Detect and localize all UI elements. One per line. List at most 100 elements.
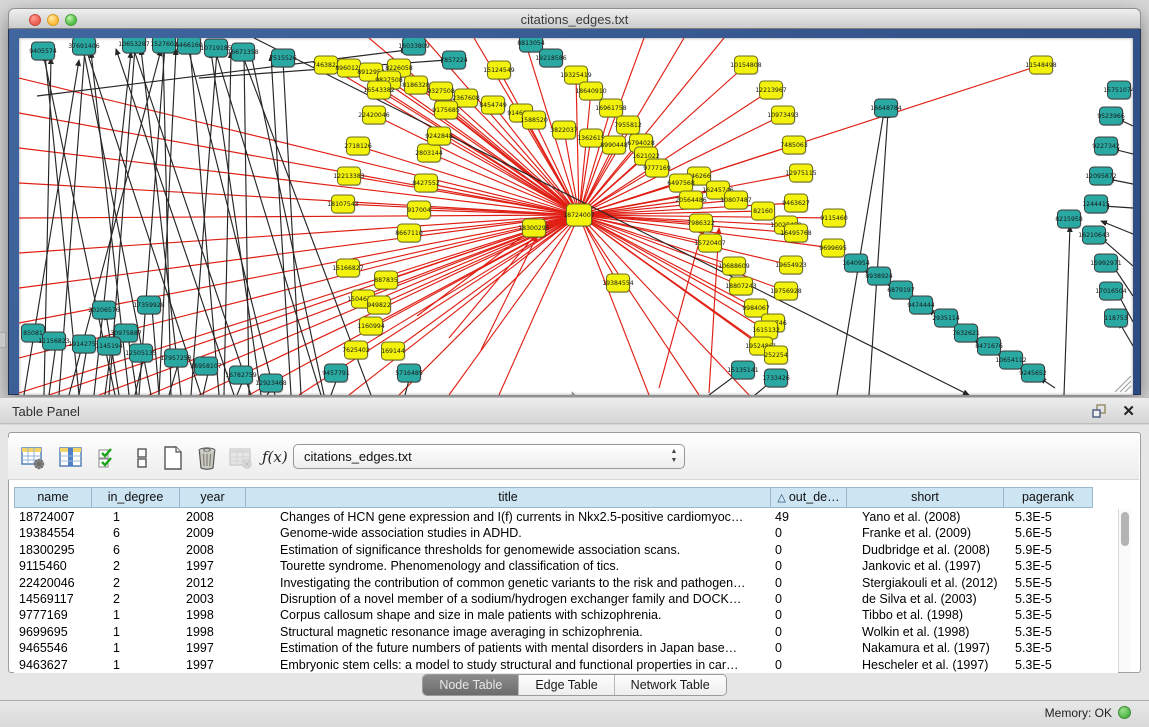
- graph-node[interactable]: 8186328: [402, 76, 430, 95]
- graph-node[interactable]: 9523966: [1097, 107, 1125, 126]
- graph-node[interactable]: 9699695: [819, 239, 847, 258]
- graph-node[interactable]: 1527602: [150, 38, 178, 54]
- graph-node[interactable]: 7986322: [687, 214, 715, 233]
- graph-node[interactable]: 82160: [752, 202, 776, 221]
- graph-node[interactable]: 1160994: [357, 317, 385, 336]
- graph-node[interactable]: 8990448: [600, 136, 628, 155]
- graph-node[interactable]: 18807243: [725, 277, 757, 296]
- column-header-name[interactable]: name: [14, 487, 91, 508]
- graph-node[interactable]: 19218586: [535, 49, 567, 68]
- float-window-icon[interactable]: [1091, 403, 1107, 419]
- graph-node[interactable]: 8427552: [412, 174, 440, 193]
- graph-node[interactable]: 16958107: [190, 357, 222, 376]
- graph-node[interactable]: 8454749: [479, 96, 507, 115]
- graph-node[interactable]: 16782759: [225, 366, 257, 385]
- graph-node[interactable]: 19756928: [770, 282, 802, 301]
- graph-node[interactable]: 7625402: [342, 341, 370, 360]
- table-mode-icon[interactable]: [20, 445, 46, 471]
- graph-node[interactable]: 20564486: [675, 191, 707, 210]
- column-header-out_de[interactable]: △out_de…: [770, 487, 846, 508]
- graph-node[interactable]: 8667110: [395, 224, 423, 243]
- graph-node[interactable]: 1244415: [1082, 195, 1110, 214]
- graph-node[interactable]: 169144: [381, 342, 405, 361]
- delete-column-icon[interactable]: [194, 445, 220, 471]
- table-row[interactable]: 2242004622012Investigating the contribut…: [14, 575, 1118, 591]
- table-row[interactable]: 1872400712008Changes of HCN gene express…: [14, 509, 1118, 525]
- graph-node[interactable]: 1588520: [520, 111, 548, 130]
- graph-node[interactable]: 9327508: [427, 82, 455, 101]
- show-columns-icon[interactable]: [58, 445, 84, 471]
- table-row[interactable]: 946554611997Estimation of the future num…: [14, 640, 1118, 656]
- graph-node[interactable]: 9242848: [425, 127, 453, 146]
- scrollbar-thumb[interactable]: [1121, 512, 1129, 546]
- graph-node[interactable]: 8938924: [865, 267, 893, 286]
- graph-node[interactable]: 118753: [1104, 309, 1128, 328]
- graph-node[interactable]: 16210643: [1078, 226, 1110, 245]
- collapsed-panel-handle[interactable]: [0, 332, 6, 348]
- graph-node[interactable]: 12213383: [333, 167, 365, 186]
- canvas-resize-grip[interactable]: [1115, 376, 1131, 392]
- graph-node[interactable]: 22420046: [358, 106, 390, 125]
- graph-node[interactable]: 9457791: [322, 364, 350, 383]
- graph-node[interactable]: 9777169: [643, 159, 671, 178]
- graph-node[interactable]: 8471676: [975, 337, 1003, 356]
- graph-node[interactable]: 19654923: [775, 256, 807, 275]
- graph-node[interactable]: 10688609: [718, 257, 750, 276]
- table-row[interactable]: 977716911998Corpus callosum shape and si…: [14, 607, 1118, 623]
- graph-node[interactable]: 16961758: [595, 99, 627, 118]
- graph-node[interactable]: 949822: [367, 296, 391, 315]
- graph-node[interactable]: 917004: [407, 201, 431, 220]
- graph-node[interactable]: 8215958: [1055, 210, 1083, 229]
- graph-node[interactable]: 2803144: [415, 144, 443, 163]
- graph-node[interactable]: 887835: [374, 271, 398, 290]
- graph-node[interactable]: 2718126: [344, 137, 372, 156]
- memory-status[interactable]: Memory: OK: [1045, 706, 1131, 722]
- graph-node[interactable]: 1733426: [762, 369, 790, 388]
- tab-network-table[interactable]: Network Table: [615, 675, 726, 695]
- column-header-title[interactable]: title: [245, 487, 770, 508]
- graph-node[interactable]: 6497568: [667, 174, 695, 193]
- graph-node[interactable]: 15124549: [483, 61, 515, 80]
- graph-node[interactable]: 9463627: [782, 194, 810, 213]
- graph-node[interactable]: 15751074: [1103, 81, 1133, 100]
- graph-node[interactable]: 16648784: [870, 99, 902, 118]
- graph-node[interactable]: 7955812: [614, 116, 642, 135]
- graph-node[interactable]: 12095872: [1085, 167, 1117, 186]
- table-row[interactable]: 969969511998Structural magnetic resonanc…: [14, 624, 1118, 640]
- graph-node[interactable]: 15720407: [694, 234, 726, 253]
- function-builder-icon[interactable]: ƒ(x): [262, 448, 288, 474]
- graph-node[interactable]: 5716485: [395, 364, 423, 383]
- graph-node[interactable]: 11548498: [1025, 56, 1057, 75]
- graph-node[interactable]: 11156823: [38, 332, 70, 351]
- graph-node[interactable]: 9245652: [1019, 364, 1047, 383]
- graph-node[interactable]: 18300295: [518, 219, 550, 238]
- column-header-short[interactable]: short: [846, 487, 1003, 508]
- graph-node[interactable]: 16671358: [227, 43, 259, 62]
- graph-node[interactable]: 16033809: [398, 38, 430, 56]
- graph-node[interactable]: 9227342: [1092, 137, 1120, 156]
- graph-node-hub[interactable]: 18724007: [563, 204, 595, 227]
- graph-node[interactable]: 9115460: [820, 209, 848, 228]
- graph-node[interactable]: 6466160: [175, 38, 203, 55]
- graph-node[interactable]: 12213967: [755, 81, 787, 100]
- window-titlebar[interactable]: citations_edges.txt: [8, 8, 1141, 29]
- graph-node[interactable]: 1640954: [842, 254, 870, 273]
- tab-node-table[interactable]: Node Table: [423, 675, 519, 695]
- graph-node[interactable]: 12975115: [785, 164, 817, 183]
- network-canvas[interactable]: 1872400774638228960123891295482260589827…: [19, 38, 1133, 395]
- table-scrollbar[interactable]: [1118, 509, 1131, 672]
- table-row[interactable]: 946362711997Embryonic stem cells: a mode…: [14, 657, 1118, 673]
- tab-edge-table[interactable]: Edge Table: [519, 675, 614, 695]
- graph-node[interactable]: 15166827: [332, 259, 364, 278]
- graph-node[interactable]: 16543382: [363, 81, 395, 100]
- graph-node[interactable]: 20206576: [88, 301, 120, 320]
- graph-node[interactable]: 10973493: [767, 106, 799, 125]
- table-row[interactable]: 1830029562008Estimation of significance …: [14, 542, 1118, 558]
- graph-node[interactable]: 15135141: [727, 361, 759, 380]
- graph-node[interactable]: 7515526: [269, 49, 297, 68]
- graph-node[interactable]: 7857224: [440, 51, 468, 70]
- toggle-panel-icon[interactable]: [130, 445, 156, 471]
- graph-node[interactable]: 10807487: [720, 191, 752, 210]
- graph-node[interactable]: 9405574: [29, 42, 57, 61]
- graph-node[interactable]: 252254: [764, 346, 788, 365]
